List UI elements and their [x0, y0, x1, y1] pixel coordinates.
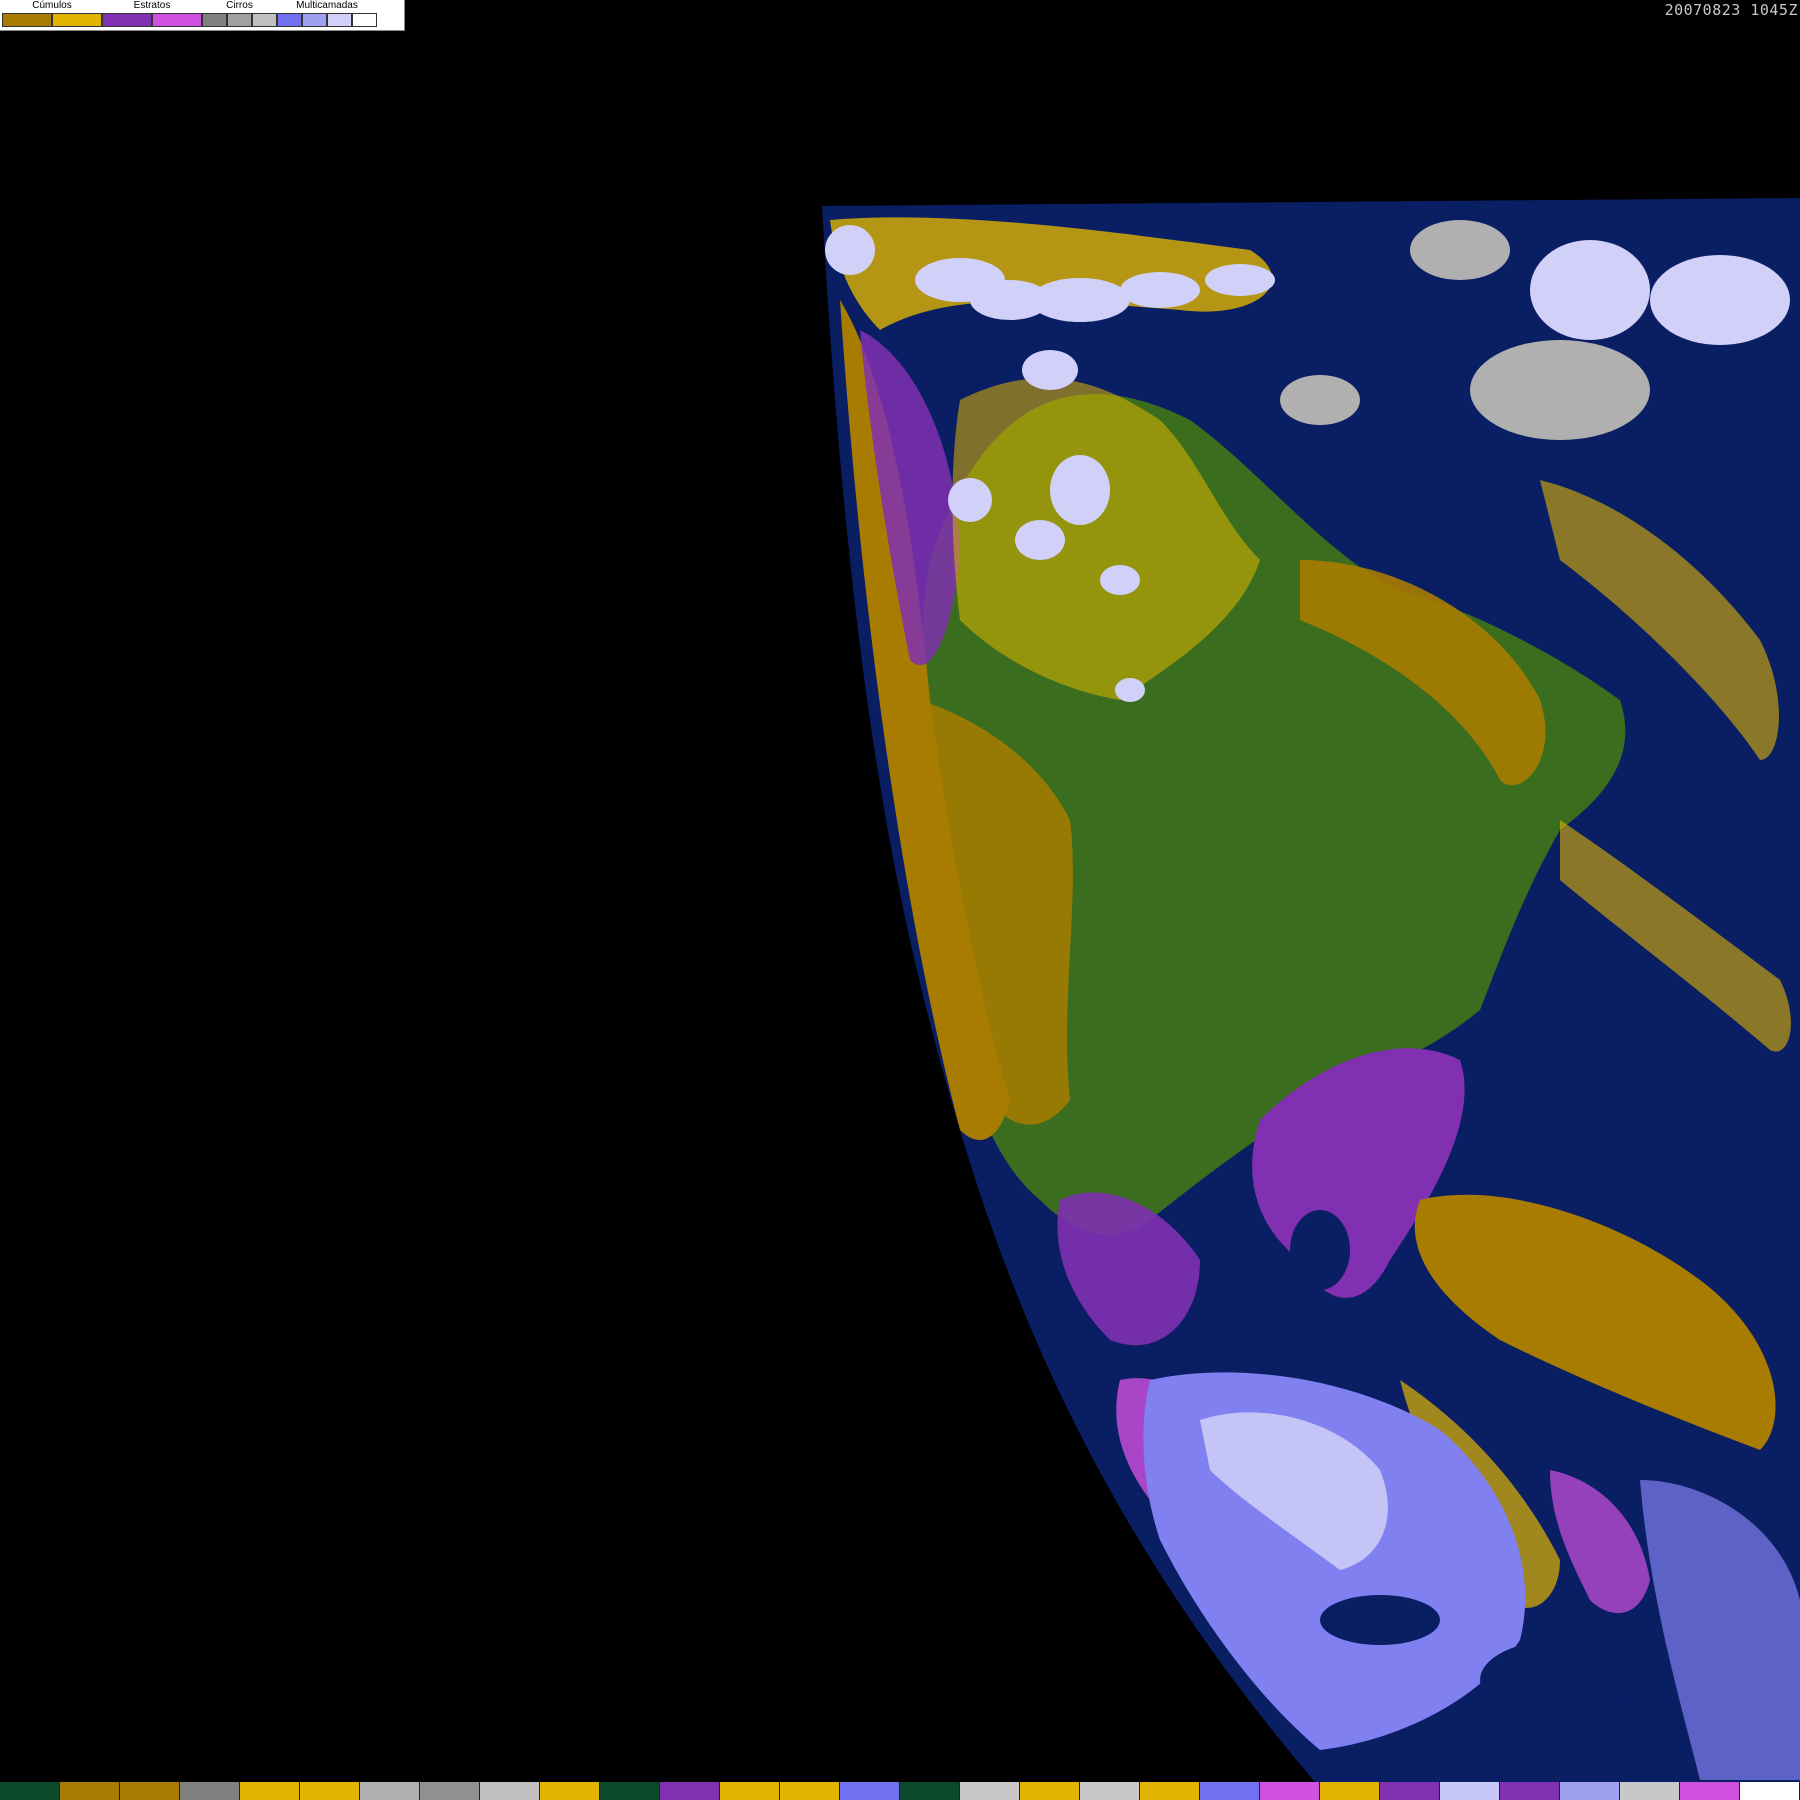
palette-cell	[1500, 1782, 1560, 1800]
legend-swatch	[327, 13, 352, 27]
palette-cell	[1320, 1782, 1380, 1800]
palette-cell	[1740, 1782, 1800, 1800]
legend-label: Cúmulos	[32, 0, 72, 11]
legend-group-cumulos: Cúmulos	[2, 0, 102, 31]
palette-cell	[600, 1782, 660, 1800]
timestamp: 20070823 1045Z	[1664, 1, 1798, 19]
legend-swatch	[277, 13, 302, 27]
legend-label: Multicamadas	[296, 0, 358, 11]
palette-cell	[420, 1782, 480, 1800]
palette-cell	[480, 1782, 540, 1800]
palette-cell	[1620, 1782, 1680, 1800]
legend-swatch	[52, 13, 102, 27]
palette-cell	[1200, 1782, 1260, 1800]
palette-cell	[660, 1782, 720, 1800]
legend-swatches	[2, 13, 102, 27]
palette-cell	[240, 1782, 300, 1800]
legend-label: Estratos	[133, 0, 171, 11]
legend-swatch	[202, 13, 227, 27]
palette-cell	[60, 1782, 120, 1800]
palette-cell	[1380, 1782, 1440, 1800]
palette-cell	[1560, 1782, 1620, 1800]
legend-swatch	[227, 13, 252, 27]
legend-group-multicamadas: Multicamadas	[277, 0, 377, 31]
satellite-map	[822, 198, 1800, 1782]
legend-swatch	[102, 13, 152, 27]
color-palette-strip	[0, 1782, 1800, 1800]
legend-swatch	[152, 13, 202, 27]
palette-cell	[900, 1782, 960, 1800]
palette-cell	[1440, 1782, 1500, 1800]
palette-cell	[540, 1782, 600, 1800]
palette-cell	[1260, 1782, 1320, 1800]
legend-group-cirros: Cirros	[202, 0, 277, 31]
palette-cell	[1680, 1782, 1740, 1800]
satellite-cloud-classification-view: Cúmulos Estratos Cirros Multicamadas 200708…	[0, 0, 1800, 1800]
palette-cell	[780, 1782, 840, 1800]
palette-cell	[1140, 1782, 1200, 1800]
legend-group-estratos: Estratos	[102, 0, 202, 31]
legend-swatch	[252, 13, 277, 27]
legend-swatches	[102, 13, 202, 27]
cloud-type-legend: Cúmulos Estratos Cirros Multicamadas	[0, 0, 405, 31]
legend-swatches	[202, 13, 277, 27]
palette-cell	[120, 1782, 180, 1800]
palette-cell	[1020, 1782, 1080, 1800]
legend-swatch	[352, 13, 377, 27]
palette-cell	[300, 1782, 360, 1800]
palette-cell	[960, 1782, 1020, 1800]
palette-cell	[1080, 1782, 1140, 1800]
legend-swatches	[277, 13, 377, 27]
legend-swatch	[302, 13, 327, 27]
legend-swatch	[2, 13, 52, 27]
palette-cell	[180, 1782, 240, 1800]
palette-cell	[720, 1782, 780, 1800]
palette-cell	[360, 1782, 420, 1800]
legend-label: Cirros	[226, 0, 253, 11]
palette-cell	[840, 1782, 900, 1800]
palette-cell	[0, 1782, 60, 1800]
